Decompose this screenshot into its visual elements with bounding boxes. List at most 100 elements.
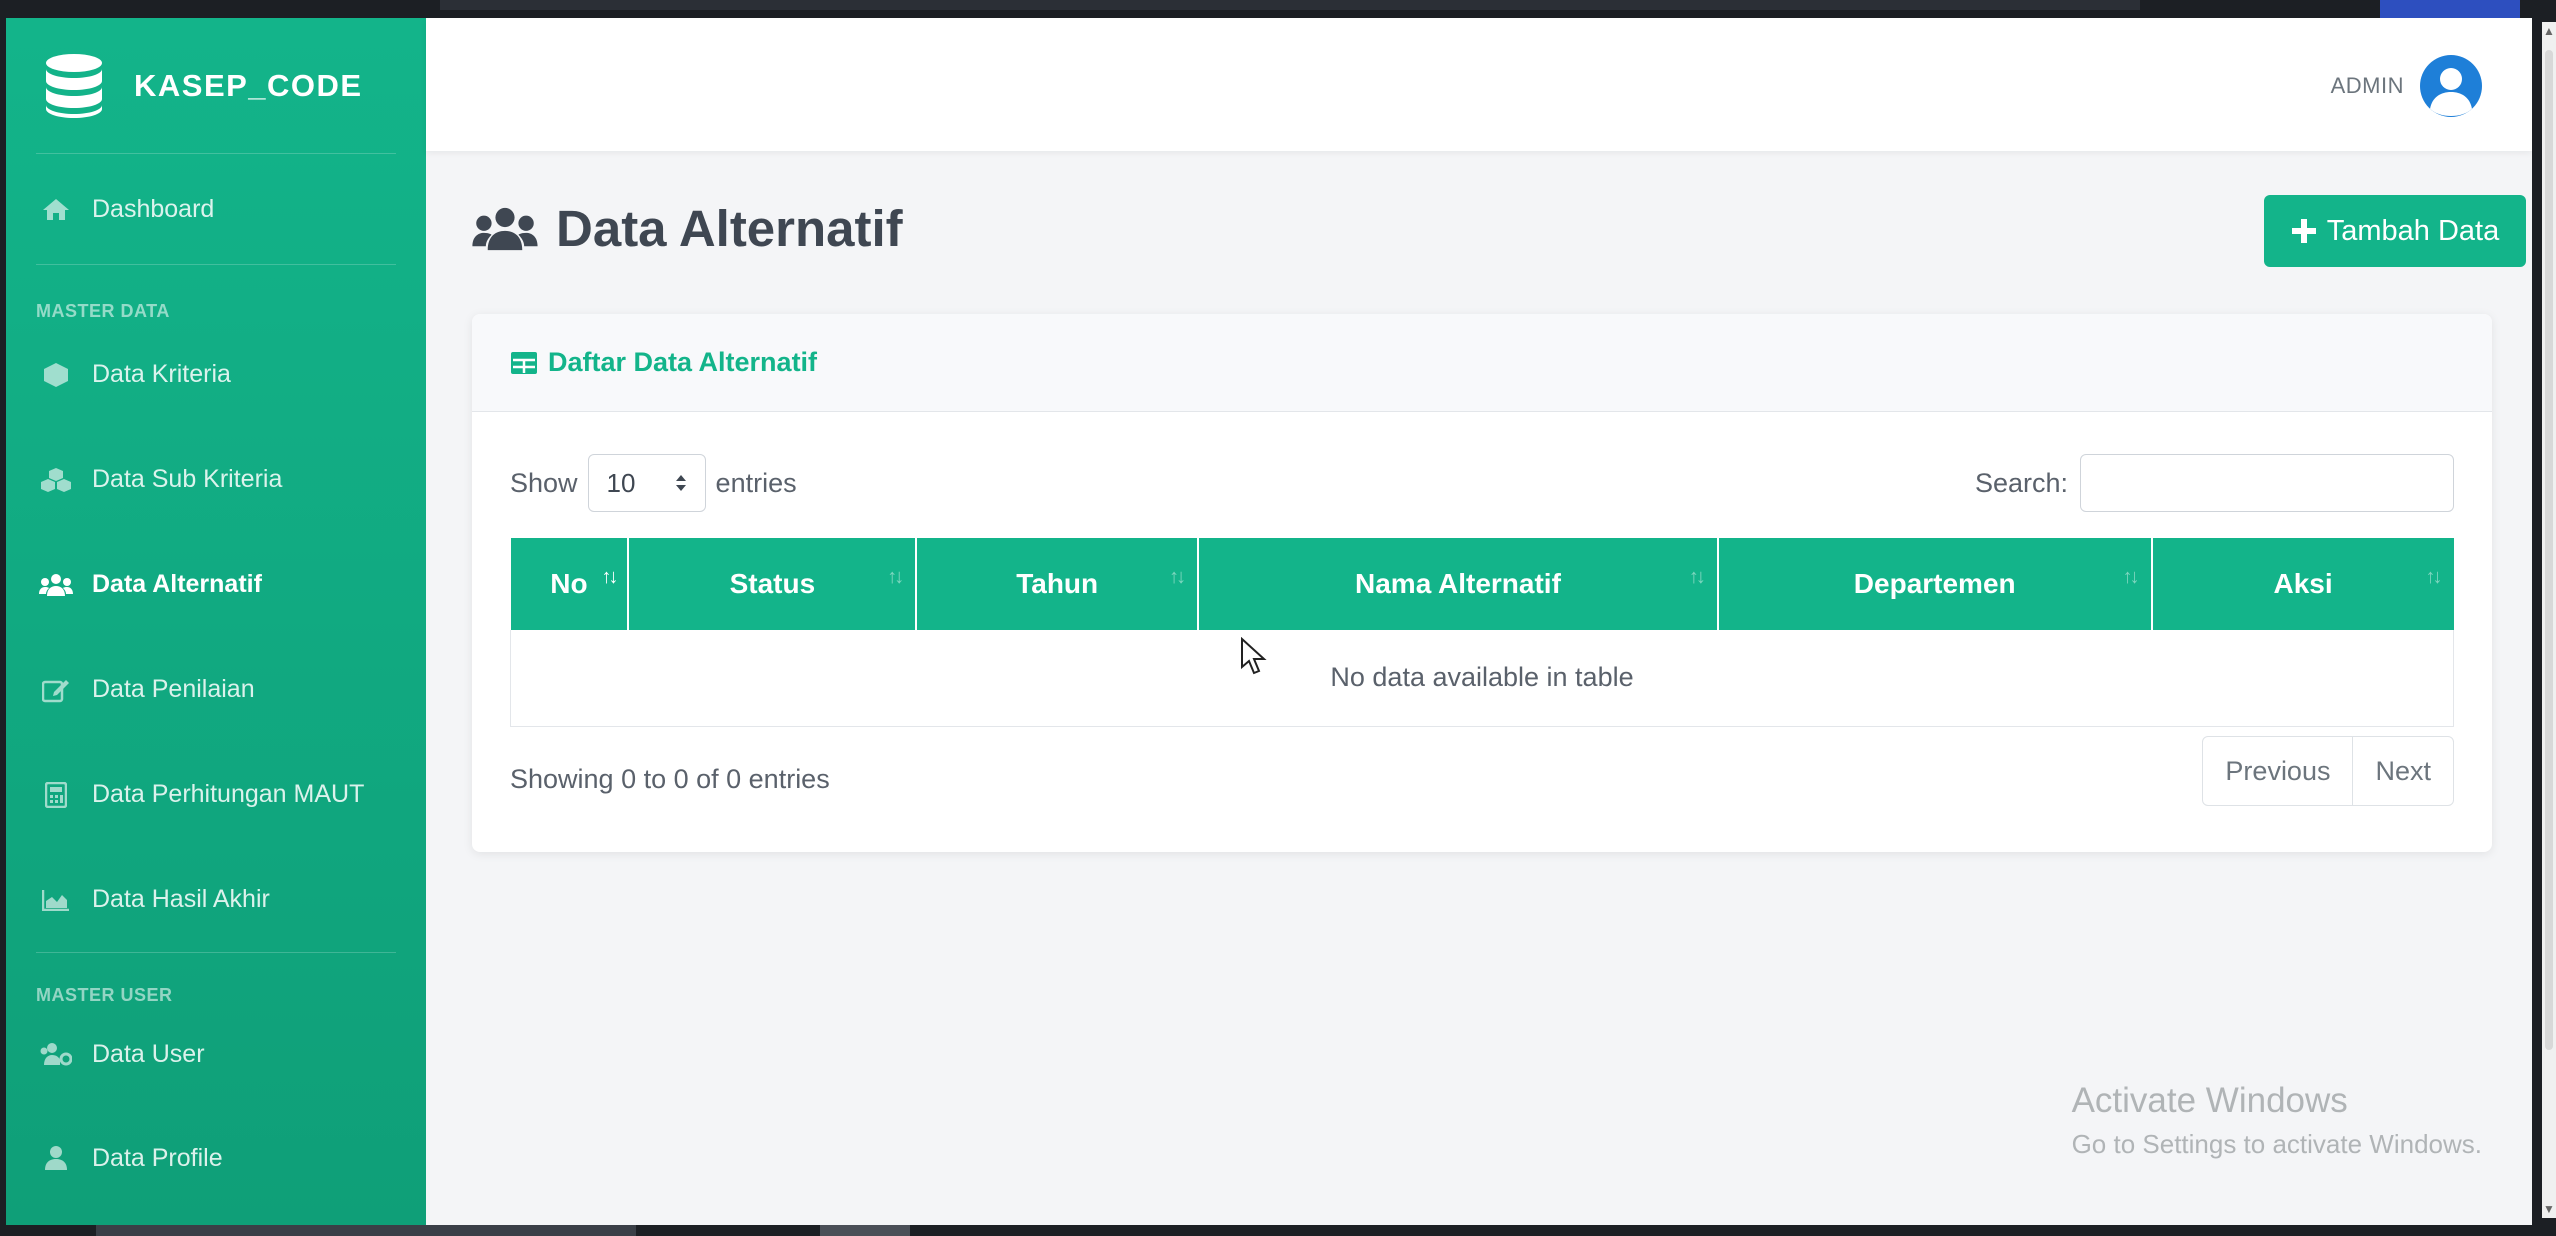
scroll-up-icon[interactable]: ▲ [2542, 22, 2556, 40]
next-button[interactable]: Next [2352, 737, 2453, 805]
add-data-label: Tambah Data [2326, 214, 2500, 247]
user-avatar-icon [2430, 68, 2472, 116]
show-label: Show [510, 467, 578, 498]
search-label: Search: [1974, 467, 2068, 498]
page-title-text: Data Alternatif [556, 200, 903, 257]
sidebar-item-label: Data Penilaian [92, 675, 255, 703]
sidebar-item-label: Data Sub Kriteria [92, 465, 283, 493]
sidebar-item-dashboard[interactable]: Dashboard [6, 154, 426, 264]
sort-icon: ↑↓ [1169, 566, 1186, 588]
cube-icon [38, 361, 74, 389]
sort-icon: ↑↓ [887, 566, 904, 588]
column-label: No [550, 568, 588, 599]
brand-name: KASEP_CODE [134, 67, 363, 103]
users-icon [38, 571, 74, 599]
user-name: ADMIN [2330, 73, 2404, 98]
sort-asc-icon: ↑↓ [601, 566, 618, 588]
chart-area-icon [38, 886, 74, 914]
sidebar-item-label: Data Kriteria [92, 360, 231, 388]
activate-windows-watermark: Activate Windows Go to Settings to activ… [2072, 1081, 2482, 1160]
column-header-aksi[interactable]: Aksi ↑↓ [2151, 538, 2454, 630]
browser-bar [440, 0, 2140, 10]
table-controls: Show 10 entries Search: [510, 454, 2454, 512]
page-length-value: 10 [606, 467, 636, 498]
search-input[interactable] [2080, 454, 2454, 512]
calculator-icon [38, 781, 74, 809]
watermark-subtitle: Go to Settings to activate Windows. [2071, 1129, 2482, 1159]
sidebar-item-data-perhitungan-maut[interactable]: Data Perhitungan MAUT [6, 742, 426, 847]
sidebar-item-label: Data Hasil Akhir [92, 885, 270, 913]
sidebar-item-data-hasil-akhir[interactable]: Data Hasil Akhir [6, 847, 426, 952]
sidebar-item-data-alternatif[interactable]: Data Alternatif [6, 532, 426, 637]
sidebar-item-label: Data User [92, 1039, 205, 1068]
previous-button[interactable]: Previous [2203, 737, 2352, 805]
sidebar-heading-master-data: MASTER DATA [36, 301, 170, 321]
sidebar-item-data-profile[interactable]: Data Profile [6, 1122, 426, 1194]
card-header: Daftar Data Alternatif [472, 314, 2492, 412]
brand[interactable]: KASEP_CODE [6, 18, 426, 153]
card-title: Daftar Data Alternatif [548, 347, 818, 377]
table-icon [511, 351, 537, 374]
entries-label: entries [715, 467, 797, 498]
watermark-title: Activate Windows [2071, 1081, 2348, 1120]
column-label: Aksi [2273, 568, 2333, 599]
page-length-select[interactable]: 10 [587, 454, 706, 512]
column-header-nama-alternatif[interactable]: Nama Alternatif ↑↓ [1198, 538, 1719, 630]
scrollbar-thumb[interactable] [2545, 50, 2553, 1050]
sort-icon: ↑↓ [2425, 566, 2443, 588]
table-info: Showing 0 to 0 of 0 entries [510, 764, 830, 794]
plus-icon [2291, 219, 2316, 243]
sort-icon: ↑↓ [2122, 566, 2140, 588]
users-cog-icon [38, 1040, 74, 1068]
sidebar-divider [36, 952, 396, 953]
main-content: Data Alternatif Tambah Data Daftar Data … [426, 151, 2532, 1225]
page-length-control: Show 10 entries [510, 454, 797, 512]
sidebar: KASEP_CODE Dashboard MASTER DATA Data Kr… [6, 18, 426, 1225]
empty-table-message: No data available in table [510, 630, 2454, 727]
sidebar-item-data-user[interactable]: Data User [6, 1018, 426, 1090]
app-window: KASEP_CODE Dashboard MASTER DATA Data Kr… [6, 18, 2532, 1225]
browser-accent [2380, 0, 2520, 18]
sidebar-item-label: Dashboard [92, 194, 215, 223]
column-label: Tahun [1016, 568, 1099, 599]
users-icon [472, 207, 538, 250]
sidebar-item-label: Data Perhitungan MAUT [92, 780, 365, 808]
user-menu[interactable]: ADMIN [2331, 55, 2482, 117]
screen-top-strip [0, 0, 2556, 18]
column-header-tahun[interactable]: Tahun ↑↓ [916, 538, 1200, 630]
topbar: ADMIN [426, 18, 2532, 151]
pagination: Previous Next [2202, 736, 2454, 806]
column-header-departemen[interactable]: Departemen ↑↓ [1717, 538, 2153, 630]
data-card: Daftar Data Alternatif Show 10 entries S… [472, 314, 2492, 852]
scroll-down-icon[interactable]: ▼ [2542, 1200, 2556, 1218]
sidebar-item-data-kriteria[interactable]: Data Kriteria [6, 322, 426, 427]
column-label: Departemen [1853, 568, 2016, 599]
column-header-no[interactable]: No ↑↓ [510, 538, 630, 630]
edit-icon [38, 676, 74, 704]
sort-icon: ↑↓ [1688, 566, 1706, 588]
sort-caret-icon [675, 475, 686, 491]
user-icon [38, 1144, 74, 1172]
taskbar-segment [820, 1225, 910, 1236]
mouse-cursor-icon [1241, 637, 1267, 675]
sidebar-item-data-sub-kriteria[interactable]: Data Sub Kriteria [6, 427, 426, 532]
sidebar-heading-master-user: MASTER USER [36, 985, 173, 1005]
avatar[interactable] [2420, 55, 2482, 117]
page-title: Data Alternatif [472, 199, 903, 258]
sidebar-item-label: Data Profile [92, 1143, 223, 1172]
sidebar-divider [36, 264, 396, 265]
cubes-icon [38, 466, 74, 494]
data-table: No ↑↓ Status ↑↓ Tahun ↑↓ Nama Alternatif ↑↓ … [510, 538, 2454, 727]
table-row: No data available in table [510, 630, 2454, 727]
page-scrollbar[interactable]: ▲ ▼ [2542, 22, 2556, 1218]
column-header-status[interactable]: Status ↑↓ [628, 538, 918, 630]
database-icon [46, 53, 102, 118]
sidebar-item-data-penilaian[interactable]: Data Penilaian [6, 637, 426, 742]
taskbar-segment [96, 1225, 636, 1236]
sidebar-item-label: Data Alternatif [92, 570, 262, 598]
taskbar [0, 1225, 2556, 1236]
add-data-button[interactable]: Tambah Data [2264, 195, 2526, 267]
search-control: Search: [1975, 454, 2454, 512]
column-label: Status [729, 568, 816, 599]
column-label: Nama Alternatif [1355, 568, 1561, 599]
